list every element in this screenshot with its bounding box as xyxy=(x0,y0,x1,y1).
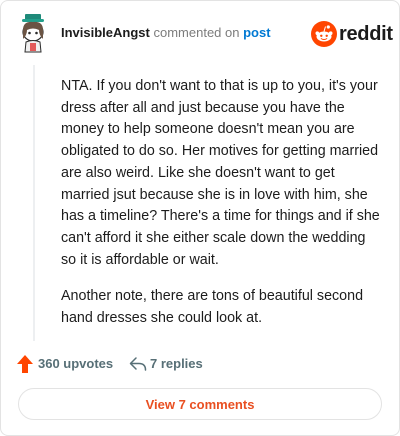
commented-on-text: commented on xyxy=(153,25,240,40)
reply-count[interactable]: 7 replies xyxy=(150,356,203,372)
view-comments-button[interactable]: View 7 comments xyxy=(18,388,382,420)
comment-card: InvisibleAngst commented on post reddit … xyxy=(0,0,400,436)
comment-header: InvisibleAngst commented on post reddit xyxy=(1,1,399,65)
comment-body: NTA. If you don't want to that is up to … xyxy=(61,76,381,345)
reply-arrow-icon[interactable] xyxy=(129,355,147,373)
upvote-count: 360 upvotes xyxy=(38,356,114,371)
username-link[interactable]: InvisibleAngst xyxy=(61,25,150,40)
snoo-avatar-icon xyxy=(22,14,44,53)
reddit-logo[interactable]: reddit xyxy=(311,21,393,47)
comment-byline: InvisibleAngst commented on post xyxy=(61,25,271,41)
reddit-logo-icon xyxy=(311,21,337,47)
comment-paragraph: Another note, there are tons of beautifu… xyxy=(61,288,364,327)
thread-line[interactable] xyxy=(33,65,35,341)
upvote-arrow-icon[interactable] xyxy=(17,355,33,373)
post-link[interactable]: post xyxy=(243,25,270,40)
avatar[interactable] xyxy=(17,13,49,53)
comment-actions: 360 upvotes 7 replies xyxy=(17,353,387,375)
reddit-wordmark: reddit xyxy=(339,23,393,45)
comment-paragraph: NTA. If you don't want to that is up to … xyxy=(61,78,380,268)
